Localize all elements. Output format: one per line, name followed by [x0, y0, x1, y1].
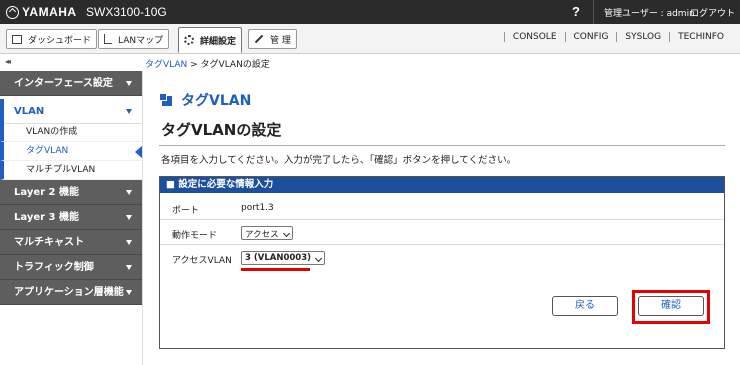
sidebar-section-vlan[interactable]: VLAN: [0, 99, 142, 124]
chevron-down-icon: [126, 240, 132, 245]
page-title: タグVLANの設定: [161, 121, 282, 139]
dashboard-button[interactable]: ダッシュボード: [6, 29, 98, 49]
divider: [593, 0, 594, 24]
page-icon: [159, 93, 172, 106]
sidebar-section-label: Layer 2 機能: [14, 187, 79, 198]
sidebar: インターフェース設定 VLAN VLANの作成 タグVLAN マルチプルVLAN…: [0, 71, 142, 365]
mode-select[interactable]: アクセス: [241, 226, 293, 240]
back-button[interactable]: 戻る: [552, 296, 618, 316]
sidebar-section-layer2[interactable]: Layer 2 機能: [0, 180, 142, 205]
settings-panel: ■ 設定に必要な情報入力 ポート port1.3 動作モード アクセス アクセス…: [159, 176, 725, 349]
form-row-access-vlan: アクセスVLAN 3 (VLAN0003): [160, 246, 724, 271]
sidebar-item-label: タグVLAN: [26, 146, 69, 156]
instruction-text: 各項目を入力してください。入力が完了したら、「確認」ボタンを押してください。: [161, 155, 517, 166]
techinfo-link[interactable]: TECHINFO: [669, 32, 732, 42]
chevron-down-icon: [126, 190, 132, 195]
lanmap-button[interactable]: LANマップ: [98, 29, 170, 49]
title-divider: [159, 145, 725, 146]
access-vlan-select[interactable]: 3 (VLAN0003): [241, 251, 325, 265]
sidebar-section-interface[interactable]: インターフェース設定: [0, 71, 142, 96]
wrench-icon: [254, 34, 264, 44]
collapse-sidebar-icon[interactable]: ◂◂: [5, 57, 11, 66]
chevron-down-icon: [126, 81, 132, 86]
sidebar-section-layer3[interactable]: Layer 3 機能: [0, 205, 142, 230]
chevron-down-icon: [126, 290, 132, 295]
main-toolbar: ダッシュボード LANマップ 詳細設定 管 理 CONSOLE CONFIG S…: [0, 24, 740, 54]
panel-header: ■ 設定に必要な情報入力: [160, 177, 724, 193]
sub-bar: ◂◂ タグVLAN > タグVLANの設定: [0, 54, 740, 71]
chevron-down-icon: [126, 109, 132, 114]
sidebar-section-label: VLAN: [14, 106, 45, 117]
console-link[interactable]: CONSOLE: [503, 32, 565, 42]
help-icon[interactable]: ?: [572, 4, 580, 19]
config-link[interactable]: CONFIG: [564, 32, 617, 42]
gear-icon: [184, 35, 194, 45]
tool-links: CONSOLE CONFIG SYSLOG TECHINFO: [503, 32, 732, 42]
model-name: SWX3100-10G: [86, 5, 167, 19]
sidebar-section-label: アプリケーション層機能: [14, 287, 124, 298]
syslog-link[interactable]: SYSLOG: [616, 32, 669, 42]
form-row-mode: 動作モード アクセス: [160, 221, 724, 245]
lanmap-icon: [104, 34, 112, 44]
user-label: 管理ユーザー : admin: [604, 9, 695, 19]
sidebar-item-vlan-create[interactable]: VLANの作成: [0, 123, 142, 142]
access-vlan-label: アクセスVLAN: [172, 256, 232, 266]
dashboard-icon: [12, 34, 22, 44]
breadcrumb-separator: >: [187, 60, 201, 70]
sidebar-item-label: VLANの作成: [26, 127, 78, 137]
sidebar-item-tag-vlan[interactable]: タグVLAN: [0, 142, 142, 161]
management-button[interactable]: 管 理: [248, 29, 297, 49]
top-bar: YAMAHA SWX3100-10G ? 管理ユーザー : admin ログアウ…: [0, 0, 740, 24]
sidebar-item-multiple-vlan[interactable]: マルチプルVLAN: [0, 161, 142, 180]
main-content: タグVLAN タグVLANの設定 各項目を入力してください。入力が完了したら、「…: [142, 71, 740, 365]
confirm-button[interactable]: 確認: [638, 296, 704, 316]
page-heading: タグVLAN: [181, 93, 252, 109]
sidebar-section-traffic[interactable]: トラフィック制御: [0, 255, 142, 280]
sidebar-section-label: トラフィック制御: [14, 262, 94, 273]
yamaha-logo: YAMAHA: [6, 5, 77, 19]
sidebar-section-label: Layer 3 機能: [14, 212, 79, 223]
logout-link[interactable]: ログアウト: [690, 6, 735, 19]
breadcrumb-current: タグVLANの設定: [200, 60, 270, 70]
tuning-fork-icon: [6, 5, 19, 19]
brand-name: YAMAHA: [22, 5, 77, 19]
highlight-underline: [241, 268, 310, 271]
port-value: port1.3: [241, 203, 274, 213]
mode-label: 動作モード: [172, 231, 218, 241]
breadcrumb: タグVLAN > タグVLANの設定: [145, 57, 270, 70]
port-label: ポート: [172, 206, 200, 216]
advanced-settings-label: 詳細設定: [200, 36, 237, 47]
sidebar-section-label: インターフェース設定: [14, 78, 113, 89]
sidebar-section-label: マルチキャスト: [14, 237, 84, 248]
sidebar-section-application[interactable]: アプリケーション層機能: [0, 280, 142, 305]
lanmap-label: LANマップ: [118, 35, 164, 46]
sidebar-section-multicast[interactable]: マルチキャスト: [0, 230, 142, 255]
form-row-port: ポート port1.3: [160, 196, 724, 220]
sidebar-item-label: マルチプルVLAN: [26, 165, 96, 175]
dashboard-label: ダッシュボード: [28, 35, 92, 46]
advanced-settings-tab[interactable]: 詳細設定: [178, 27, 243, 53]
breadcrumb-link-tag-vlan[interactable]: タグVLAN: [145, 60, 187, 70]
chevron-down-icon: [126, 265, 132, 270]
chevron-down-icon: [126, 215, 132, 220]
management-label: 管 理: [270, 35, 291, 46]
